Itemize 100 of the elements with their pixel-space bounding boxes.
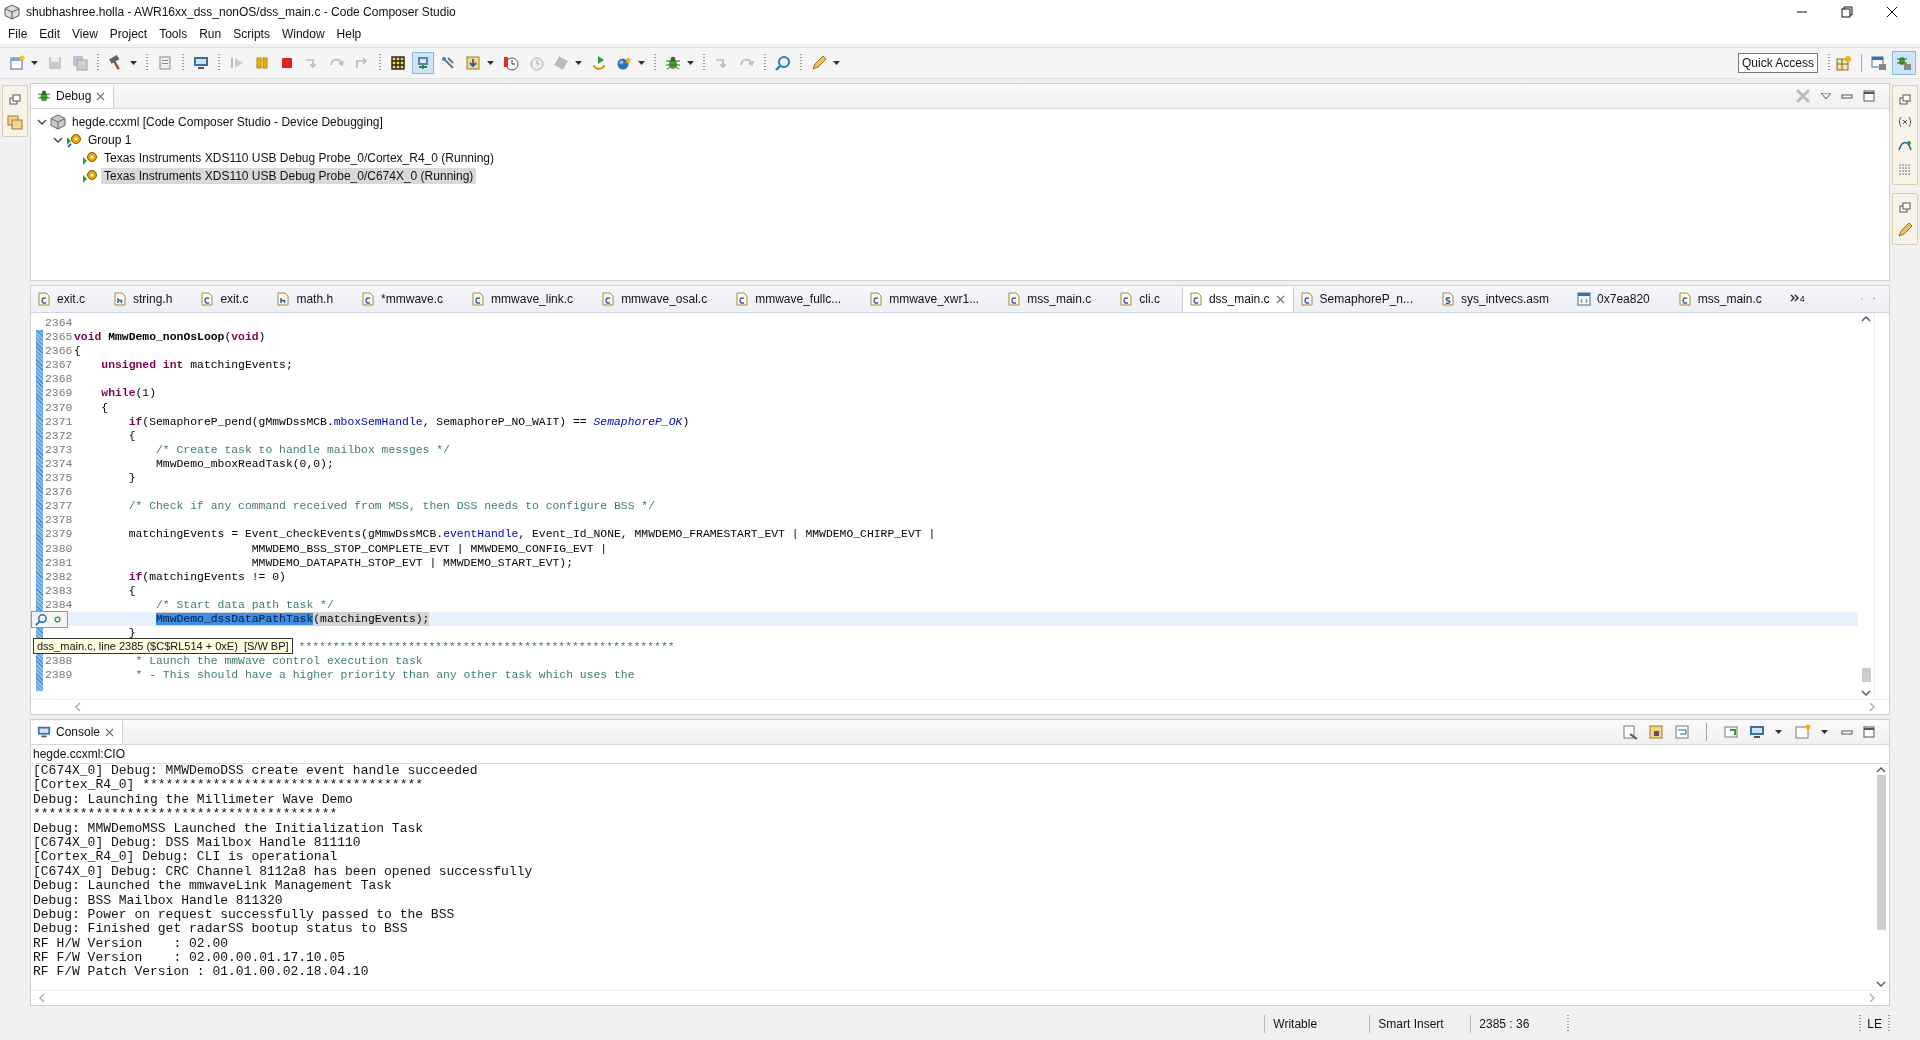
caret-icon[interactable] — [31, 61, 38, 65]
pin-console-icon[interactable] — [1723, 724, 1739, 740]
code-line: { — [127, 428, 136, 443]
caret-icon[interactable] — [487, 61, 494, 65]
menu-item[interactable]: Tools — [153, 25, 194, 43]
editor-tab[interactable]: 0x7ea820 — [1571, 286, 1672, 312]
caret-icon[interactable] — [1775, 730, 1782, 734]
editor-tab[interactable]: sys_intvecs.asm — [1435, 286, 1572, 312]
line-number: 2373 — [45, 443, 73, 456]
line-number: 2368 — [45, 373, 73, 386]
quick-access-field[interactable]: Quick Access — [1737, 53, 1818, 73]
restore-window-icon[interactable] — [1841, 6, 1853, 18]
caret-icon[interactable] — [687, 61, 694, 65]
restore-icon[interactable] — [1899, 202, 1911, 214]
editor-tab[interactable]: exit.c — [194, 286, 271, 312]
editor-tab[interactable]: mss_main.c — [1671, 286, 1784, 312]
display-console-icon[interactable] — [1749, 724, 1765, 740]
scroll-lock-icon[interactable] — [1648, 724, 1664, 740]
tab-overflow-button[interactable]: 4 — [1783, 294, 1811, 304]
editor-tab[interactable]: exit.c — [31, 286, 107, 312]
chevron-icon[interactable] — [37, 117, 47, 127]
scroll-right-icon[interactable] — [1869, 702, 1875, 712]
editor-mode: Writable — [1264, 1015, 1370, 1033]
c-file-icon — [601, 292, 616, 306]
scroll-up-icon[interactable] — [1861, 316, 1871, 322]
menu-item[interactable]: File — [2, 25, 34, 43]
menu-item[interactable]: Project — [103, 25, 154, 43]
debug-tree-item[interactable]: hegde.ccxml [Code Composer Studio - Device Debugging] — [69, 114, 386, 130]
restore-icon[interactable] — [9, 94, 21, 106]
editor-tab[interactable]: math.h — [270, 286, 356, 312]
pen-icon[interactable] — [1897, 222, 1913, 238]
restore-icon[interactable] — [1899, 94, 1911, 106]
new-console-icon[interactable] — [1795, 724, 1811, 740]
debug-tree-item[interactable]: Group 1 — [85, 132, 135, 148]
editor-tab[interactable]: mmwave_link.c — [465, 286, 596, 312]
chevron-icon[interactable] — [53, 135, 63, 145]
menu-item[interactable]: Window — [275, 25, 331, 43]
menu-item[interactable]: Edit — [33, 25, 67, 43]
caret-icon[interactable] — [1821, 730, 1828, 734]
scroll-down-icon[interactable] — [1861, 690, 1871, 696]
c-file-icon — [37, 292, 51, 306]
editor-tab[interactable]: mmwave_osal.c — [595, 286, 730, 312]
editor-tab[interactable]: cli.c — [1113, 286, 1182, 312]
breakpoint-marker[interactable] — [31, 610, 68, 628]
debug-perspective-icon[interactable] — [1896, 55, 1912, 71]
console-view-tab[interactable]: Console — [31, 720, 124, 744]
caret-icon[interactable] — [130, 61, 137, 65]
menu-item[interactable]: Run — [193, 25, 228, 43]
code-line: { — [127, 583, 136, 598]
c-file-icon — [1188, 292, 1203, 306]
caret-icon[interactable] — [833, 61, 840, 65]
scrollbar-thumb[interactable] — [1861, 668, 1871, 682]
scrollbar-thumb[interactable] — [1876, 775, 1886, 930]
close-icon[interactable] — [1886, 6, 1898, 18]
console-line: Debug: MMWDemoMSS Launched the Initialization Task — [33, 821, 425, 836]
editor-tab[interactable]: string.h — [107, 286, 195, 312]
editor-tab[interactable]: mmwave_xwr1... — [863, 286, 1002, 312]
line-number: 2375 — [45, 472, 73, 485]
code-line: * Launch the mmWave control execution task — [134, 654, 423, 669]
console-line: RF F/W Patch Version : 01.01.00.02.18.04.10 — [33, 965, 370, 980]
clear-console-icon[interactable] — [1622, 724, 1638, 740]
word-wrap-icon[interactable] — [1674, 724, 1690, 740]
console-line: Debug: Power on request successfully passed to the BSS — [33, 907, 456, 923]
debug-view-tab[interactable]: Debug — [31, 84, 115, 108]
console-line: [Cortex_R4_0] Debug: CLI is operational — [33, 850, 339, 865]
insert-mode: Smart Insert — [1369, 1015, 1471, 1033]
line-number: 2378 — [45, 514, 73, 527]
editor-tab[interactable]: mss_main.c — [1001, 286, 1114, 312]
editor-tab[interactable]: SemaphoreP_n... — [1293, 286, 1435, 312]
view-menu-icon[interactable] — [1821, 93, 1831, 99]
code-line: /* Check if any command received from MSS, then DSS needs to configure BSS */ — [127, 499, 656, 514]
scroll-up-icon[interactable] — [1876, 767, 1886, 773]
scroll-down-icon[interactable] — [1876, 981, 1886, 987]
edit-perspective-icon[interactable] — [1871, 55, 1887, 71]
code-line: MmwDemo_mboxReadTask(0,0); — [155, 456, 334, 472]
variables-icon[interactable] — [1897, 114, 1913, 130]
menu-item[interactable]: Help — [330, 25, 368, 43]
editor-tab[interactable]: dss_main.c — [1181, 286, 1294, 312]
scroll-left-icon[interactable] — [39, 993, 45, 1003]
debug-tree-item[interactable]: Texas Instruments XDS110 USB Debug Probe_0/Cortex_R4_0 (Running) — [101, 150, 497, 166]
console-line: Debug: Finished get radarSS bootup status to BSS — [33, 922, 409, 937]
editor-tab[interactable]: *mmwave.c — [355, 286, 466, 312]
caret-icon[interactable] — [575, 61, 582, 65]
double-chevron-icon — [1789, 294, 1800, 302]
open-perspective-icon[interactable] — [1836, 55, 1852, 71]
folders-icon[interactable] — [7, 114, 23, 130]
editor-tab[interactable]: mmwave_fullc... — [729, 286, 864, 312]
caret-icon[interactable] — [638, 61, 645, 65]
scroll-right-icon[interactable] — [1869, 993, 1875, 1003]
line-number: 2369 — [45, 387, 73, 400]
menu-item[interactable]: View — [66, 25, 104, 43]
debug-tree-item[interactable]: Texas Instruments XDS110 USB Debug Probe_0/C674X_0 (Running) — [101, 168, 477, 184]
chip-icon[interactable] — [412, 52, 434, 74]
console-line: [C674X_0] Debug: CRC Channel 8112a8 has been opened successfully — [33, 864, 534, 880]
c-file-icon — [1677, 292, 1692, 306]
scroll-left-icon[interactable] — [75, 702, 81, 712]
c-file-icon — [1119, 292, 1134, 306]
code-line: /* Create task to handle mailbox messges */ — [155, 442, 450, 457]
menu-item[interactable]: Scripts — [227, 25, 276, 43]
console-line: [Cortex_R4_0] ************************************ — [33, 778, 425, 793]
